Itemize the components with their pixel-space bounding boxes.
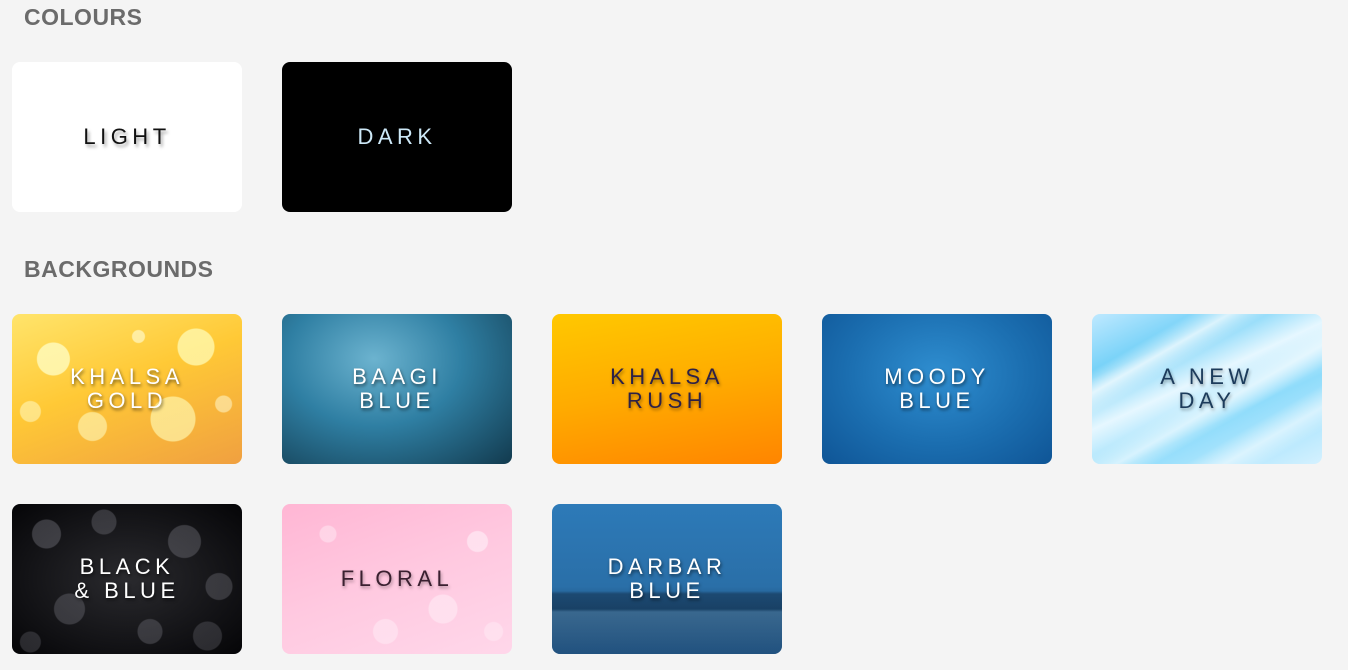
colours-heading: COLOURS [24,4,143,30]
background-tile-label: MOODY BLUE [884,364,990,413]
background-tile-label: A NEW DAY [1160,364,1254,413]
theme-tile-label: DARK [357,124,437,149]
background-tile-darbar-blue[interactable]: DARBAR BLUE [552,504,782,654]
background-tile-label: KHALSA GOLD [70,364,184,413]
theme-tile-dark[interactable]: DARK [282,62,512,212]
background-tile-label: FLORAL [340,566,454,591]
background-tile-label: DARBAR BLUE [607,554,727,603]
background-tile-floral[interactable]: FLORAL [282,504,512,654]
theme-tile-label: LIGHT [83,124,171,149]
backgrounds-heading: BACKGROUNDS [24,256,214,282]
background-tile-a-new-day[interactable]: A NEW DAY [1092,314,1322,464]
background-tile-baagi-blue[interactable]: BAAGI BLUE [282,314,512,464]
background-tile-label: BAAGI BLUE [352,364,442,413]
theme-tile-light[interactable]: LIGHT [12,62,242,212]
background-tile-label: BLACK & BLUE [74,554,180,603]
background-tile-khalsa-gold[interactable]: KHALSA GOLD [12,314,242,464]
background-tile-khalsa-rush[interactable]: KHALSA RUSH [552,314,782,464]
background-tile-black-and-blue[interactable]: BLACK & BLUE [12,504,242,654]
theme-picker-page: COLOURS LIGHT DARK BACKGROUNDS KHALSA GO… [0,0,1348,670]
background-tile-label: KHALSA RUSH [610,364,724,413]
background-tile-moody-blue[interactable]: MOODY BLUE [822,314,1052,464]
